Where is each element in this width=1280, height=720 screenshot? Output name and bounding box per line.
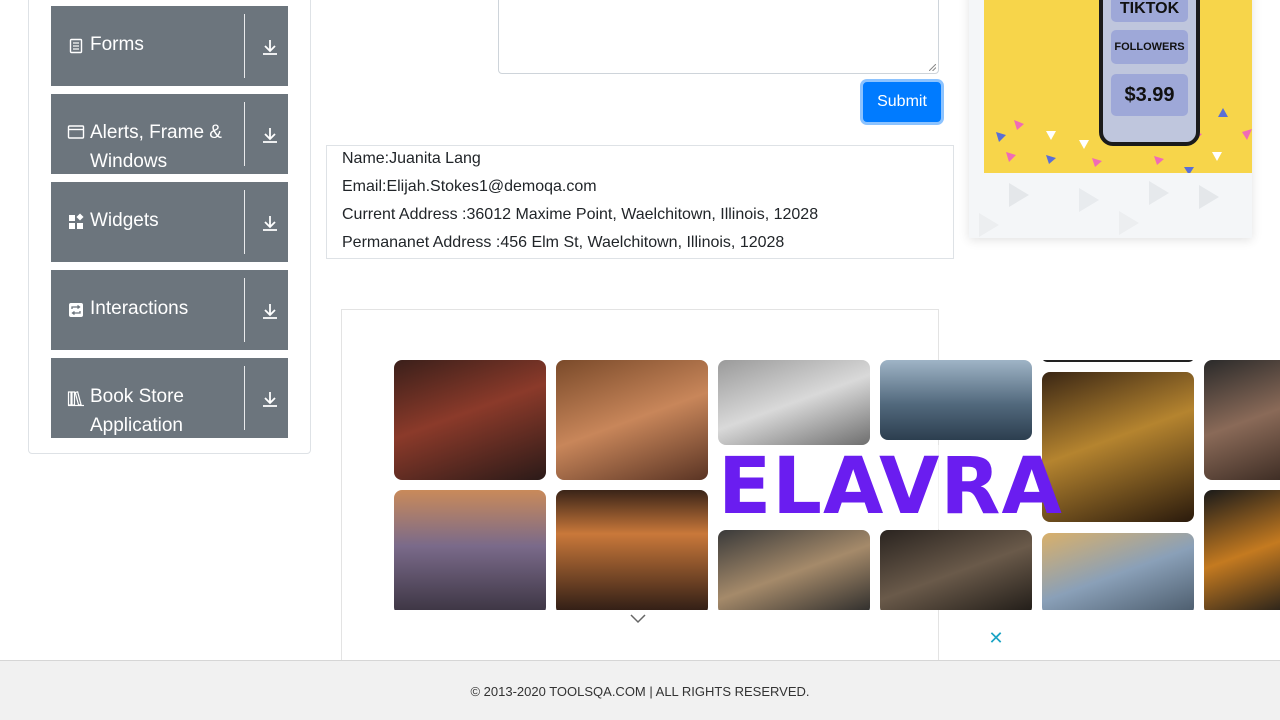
ad-brand-name: ELAVRA xyxy=(718,442,1063,532)
ad-price: $3.99 xyxy=(1111,74,1188,116)
group-divider xyxy=(244,102,245,166)
group-divider xyxy=(244,190,245,254)
ad-tile-ship xyxy=(880,360,1032,440)
group-label-widgets: Widgets xyxy=(90,210,159,231)
ad-tile-child xyxy=(556,360,708,480)
output-permanent-address: Permananet Address :456 Elm St, Waelchit… xyxy=(342,234,785,251)
resize-grip-icon[interactable] xyxy=(929,64,936,71)
output-name: Name:Juanita Lang xyxy=(342,150,481,167)
group-header-interactions[interactable]: Interactions xyxy=(51,270,288,350)
output-current-address: Current Address :36012 Maxime Point, Wae… xyxy=(342,206,819,223)
download-arrow-icon[interactable] xyxy=(260,389,280,409)
document-icon xyxy=(69,38,83,54)
group-divider xyxy=(244,366,245,430)
group-header-widgets[interactable]: Widgets xyxy=(51,182,288,262)
ad-tile-mask xyxy=(1204,490,1280,610)
sidebar-accordion: Forms Alerts, Frame & Windows Widgets In… xyxy=(28,0,311,454)
ad-line-followers: FOLLOWERS xyxy=(1111,30,1188,64)
page: Forms Alerts, Frame & Windows Widgets In… xyxy=(0,0,1280,720)
submit-button[interactable]: Submit xyxy=(863,82,941,122)
sidebar-group-forms[interactable]: Forms xyxy=(51,6,288,86)
group-label-book-store-line1: Book Store xyxy=(90,386,184,407)
ad-tile-queen xyxy=(1042,372,1194,522)
ad-brand-overlay[interactable]: ELAVRA xyxy=(718,442,1063,532)
chevron-down-icon[interactable] xyxy=(629,612,647,624)
sidebar-group-alerts[interactable]: Alerts, Frame & Windows xyxy=(51,94,288,174)
download-arrow-icon[interactable] xyxy=(260,213,280,233)
group-divider xyxy=(244,14,245,78)
sidebar-group-widgets[interactable]: Widgets xyxy=(51,182,288,262)
close-x-icon[interactable]: ✕ xyxy=(988,629,1004,647)
books-icon xyxy=(67,391,84,407)
group-label-forms: Forms xyxy=(90,34,144,55)
ad-tile-portrait xyxy=(1204,360,1280,480)
group-divider xyxy=(244,278,245,342)
group-label-alerts-line1: Alerts, Frame & xyxy=(90,122,222,143)
ad-tile-mouse xyxy=(718,530,870,610)
window-icon xyxy=(67,125,85,139)
ad-tile-statue xyxy=(718,360,870,445)
interactions-icon xyxy=(69,303,83,317)
download-arrow-icon[interactable] xyxy=(260,301,280,321)
download-arrow-icon[interactable] xyxy=(260,125,280,145)
sidebar-group-interactions[interactable]: Interactions xyxy=(51,270,288,350)
ad-tile-wizard xyxy=(880,530,1032,610)
group-header-alerts[interactable]: Alerts, Frame & Windows xyxy=(51,94,288,174)
group-label-alerts-line2: Windows xyxy=(90,151,168,172)
output-box: Name:Juanita Lang Email:Elijah.Stokes1@d… xyxy=(326,145,954,259)
ad-tiktok-followers[interactable]: TIKTOK FOLLOWERS $3.99 xyxy=(969,0,1252,238)
widgets-icon xyxy=(69,213,84,229)
ad-tile-street xyxy=(1042,533,1194,610)
sidebar-group-book-store[interactable]: Book Store Application xyxy=(51,358,288,438)
footer-copyright: © 2013-2020 TOOLSQA.COM | ALL RIGHTS RES… xyxy=(470,684,810,699)
group-label-interactions: Interactions xyxy=(90,298,189,319)
ad-tile-bridge xyxy=(394,490,546,610)
output-email: Email:Elijah.Stokes1@demoqa.com xyxy=(342,178,597,195)
group-header-forms[interactable]: Forms xyxy=(51,6,288,86)
group-label-book-store-line2: Application xyxy=(90,415,183,436)
ad-phone-illustration: TIKTOK FOLLOWERS $3.99 xyxy=(1099,0,1200,146)
group-header-book-store[interactable]: Book Store Application xyxy=(51,358,288,438)
permanent-address-textarea[interactable] xyxy=(498,0,939,74)
download-arrow-icon[interactable] xyxy=(260,37,280,57)
page-footer: © 2013-2020 TOOLSQA.COM | ALL RIGHTS RES… xyxy=(0,660,1280,720)
ad-line-tiktok: TIKTOK xyxy=(1111,0,1188,22)
ad-tile-twins xyxy=(556,490,708,610)
ad-yellow-background: TIKTOK FOLLOWERS $3.99 xyxy=(984,0,1252,173)
ad-tile-warrior xyxy=(394,360,546,480)
ad-tile-top-strip xyxy=(1042,360,1194,362)
ad-triangle-pattern xyxy=(979,181,1219,237)
